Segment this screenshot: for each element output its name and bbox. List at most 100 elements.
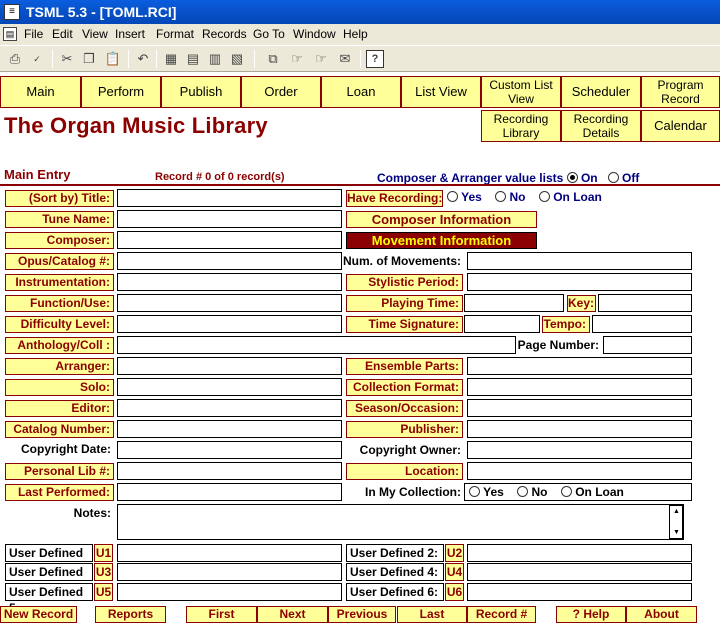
nav-program-record[interactable]: Program Record (641, 76, 720, 108)
last-performed-field[interactable] (117, 483, 342, 501)
user-defined-1-field[interactable] (117, 544, 342, 562)
mail-icon[interactable]: ✉ (336, 50, 354, 68)
playing-time-label[interactable]: Playing Time: (346, 295, 463, 312)
find-icon[interactable]: ▤ (184, 50, 202, 68)
composer-label[interactable]: Composer: (5, 232, 114, 249)
window-title-bar[interactable]: ≡ TSML 5.3 - [TOML.RCI] (0, 0, 720, 24)
title-label[interactable]: (Sort by) Title: (5, 190, 114, 207)
nav-icon[interactable]: ☞ (288, 50, 306, 68)
have-recording-loan-radio[interactable] (538, 191, 550, 202)
nav-loan[interactable]: Loan (321, 76, 401, 108)
key-field[interactable] (598, 294, 692, 312)
nav-calendar[interactable]: Calendar (641, 110, 720, 142)
undo-icon[interactable]: ↶ (134, 50, 152, 68)
location-label[interactable]: Location: (346, 463, 463, 480)
instrumentation-label[interactable]: Instrumentation: (5, 274, 114, 291)
last-button[interactable]: Last (397, 606, 467, 623)
location-field[interactable] (467, 462, 692, 480)
nav-list-view[interactable]: List View (401, 76, 481, 108)
instrumentation-field[interactable] (117, 273, 342, 291)
arranger-field[interactable] (117, 357, 342, 375)
help-icon[interactable]: ? (366, 50, 384, 68)
nav-scheduler[interactable]: Scheduler (561, 76, 641, 108)
tempo-field[interactable] (592, 315, 692, 333)
publisher-field[interactable] (467, 420, 692, 438)
nav-order[interactable]: Order (241, 76, 321, 108)
difficulty-label[interactable]: Difficulty Level: (5, 316, 114, 333)
nav-main[interactable]: Main (0, 76, 81, 108)
user-defined-1-button[interactable]: U1 (94, 544, 113, 562)
cut-icon[interactable]: ✂ (58, 50, 76, 68)
paste-icon[interactable]: 📋 (104, 50, 122, 68)
composer-field[interactable] (117, 231, 342, 249)
new-record-button[interactable]: New Record (0, 606, 77, 623)
previous-button[interactable]: Previous (328, 606, 396, 623)
title-field[interactable] (117, 189, 342, 207)
menu-goto[interactable]: Go To (253, 24, 285, 45)
difficulty-field[interactable] (117, 315, 342, 333)
tune-name-field[interactable] (117, 210, 342, 228)
editor-label[interactable]: Editor: (5, 400, 114, 417)
user-defined-6-button[interactable]: U6 (445, 583, 464, 601)
copyright-date-field[interactable] (117, 441, 342, 459)
help-button[interactable]: ? Help (556, 606, 626, 623)
movement-info-button[interactable]: Movement Information (346, 232, 537, 249)
first-button[interactable]: First (186, 606, 257, 623)
season-occasion-label[interactable]: Season/Occasion: (346, 400, 463, 417)
spellcheck-icon[interactable]: ✓ (28, 50, 46, 68)
have-recording-yes-radio[interactable] (447, 191, 458, 202)
tempo-label[interactable]: Tempo: (542, 316, 590, 333)
page-number-field[interactable] (603, 336, 692, 354)
solo-label[interactable]: Solo: (5, 379, 114, 396)
editor-field[interactable] (117, 399, 342, 417)
personal-lib-label[interactable]: Personal Lib #: (5, 463, 114, 480)
menu-insert[interactable]: Insert (115, 24, 145, 45)
nav-publish[interactable]: Publish (161, 76, 241, 108)
notes-field[interactable] (117, 504, 684, 540)
menu-help[interactable]: Help (343, 24, 368, 45)
tune-name-label[interactable]: Tune Name: (5, 211, 114, 228)
collection-format-label[interactable]: Collection Format: (346, 379, 463, 396)
catalog-number-label[interactable]: Catalog Number: (5, 421, 114, 438)
anthology-label[interactable]: Anthology/Coll : (5, 337, 114, 354)
have-recording-no-radio[interactable] (495, 191, 507, 202)
user-defined-4-button[interactable]: U4 (445, 563, 464, 581)
user-defined-5-button[interactable]: U5 (94, 583, 113, 601)
user-defined-4-field[interactable] (467, 563, 692, 581)
radio-on[interactable] (566, 172, 578, 183)
catalog-number-field[interactable] (117, 420, 342, 438)
notes-scrollbar[interactable]: ▲ ▼ (669, 505, 683, 539)
about-button[interactable]: About (626, 606, 697, 623)
menu-edit[interactable]: Edit (52, 24, 73, 45)
opus-field[interactable] (117, 252, 342, 270)
solo-field[interactable] (117, 378, 342, 396)
arranger-label[interactable]: Arranger: (5, 358, 114, 375)
playing-time-field[interactable] (464, 294, 564, 312)
filter-icon[interactable]: ▧ (228, 50, 246, 68)
have-recording-label[interactable]: Have Recording: (346, 190, 443, 207)
personal-lib-field[interactable] (117, 462, 342, 480)
new-record-icon[interactable]: ▦ (162, 50, 180, 68)
print-icon[interactable]: ⎙ (6, 50, 24, 68)
user-defined-2-button[interactable]: U2 (445, 544, 464, 562)
menu-format[interactable]: Format (156, 24, 194, 45)
season-occasion-field[interactable] (467, 399, 692, 417)
time-signature-label[interactable]: Time Signature: (346, 316, 463, 333)
stylistic-period-field[interactable] (467, 273, 692, 291)
sort-icon[interactable]: ▥ (206, 50, 224, 68)
key-label[interactable]: Key: (567, 295, 596, 312)
function-use-label[interactable]: Function/Use: (5, 295, 114, 312)
time-signature-field[interactable] (464, 315, 540, 333)
nav-recording-library[interactable]: Recording Library (481, 110, 561, 142)
nav-perform[interactable]: Perform (81, 76, 161, 108)
scroll-up-icon[interactable]: ▲ (671, 506, 682, 517)
function-use-field[interactable] (117, 294, 342, 312)
document-icon[interactable]: ▤ (3, 27, 17, 41)
stylistic-period-label[interactable]: Stylistic Period: (346, 274, 463, 291)
nav-custom-list-view[interactable]: Custom List View (481, 76, 561, 108)
reports-button[interactable]: Reports (95, 606, 166, 623)
user-defined-3-field[interactable] (117, 563, 342, 581)
ensemble-parts-field[interactable] (467, 357, 692, 375)
copyright-owner-field[interactable] (467, 441, 692, 459)
menu-window[interactable]: Window (293, 24, 336, 45)
